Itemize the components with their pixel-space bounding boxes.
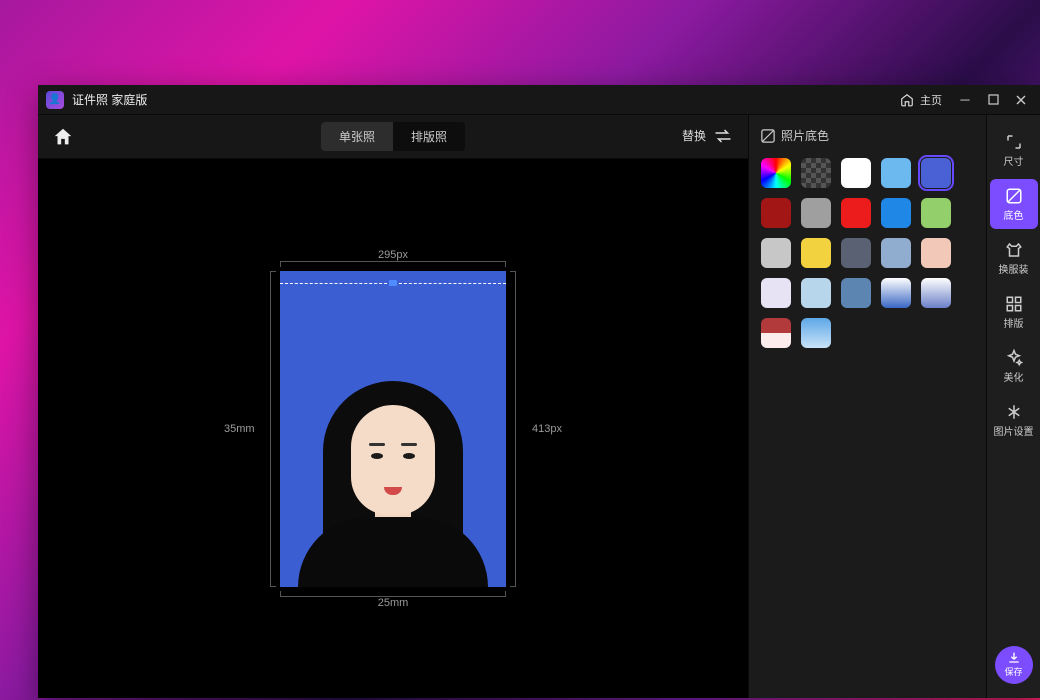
rail-item-label: 美化 <box>1004 369 1024 384</box>
dimension-bracket-right <box>515 271 516 587</box>
home-icon[interactable] <box>900 93 914 107</box>
minimize-button[interactable]: ─ <box>954 89 976 111</box>
clothes-icon <box>1005 241 1023 259</box>
color-swatch-grid <box>761 158 974 348</box>
color-swatch-3[interactable] <box>881 158 911 188</box>
rail-item-bgcolor[interactable]: 底色 <box>990 179 1038 229</box>
color-swatch-12[interactable] <box>841 238 871 268</box>
layout-icon <box>1005 295 1023 313</box>
canvas-toolbar: 单张照 排版照 替换 <box>38 115 748 159</box>
dimension-bracket-top <box>280 261 506 262</box>
height-mm-label: 35mm <box>224 423 255 435</box>
photo-image <box>280 271 506 587</box>
view-tabs: 单张照 排版照 <box>321 122 465 151</box>
color-swatch-2[interactable] <box>841 158 871 188</box>
app-window: 👤 证件照 家庭版 主页 ─ <box>38 85 1040 698</box>
save-label: 保存 <box>1004 665 1022 678</box>
rail-item-beautify[interactable]: 美化 <box>990 341 1038 391</box>
rail-item-label: 尺寸 <box>1004 153 1024 168</box>
panel-title-row: 照片底色 <box>761 127 974 144</box>
rail-item-label: 底色 <box>1004 207 1024 222</box>
color-swatch-11[interactable] <box>801 238 831 268</box>
color-swatch-19[interactable] <box>921 278 951 308</box>
color-swatch-21[interactable] <box>801 318 831 348</box>
save-button[interactable]: 保存 <box>995 646 1033 684</box>
color-swatch-17[interactable] <box>841 278 871 308</box>
rail-item-layout[interactable]: 排版 <box>990 287 1038 337</box>
color-swatch-16[interactable] <box>801 278 831 308</box>
beautify-icon <box>1005 349 1023 367</box>
tab-single-photo[interactable]: 单张照 <box>321 122 393 151</box>
replace-button[interactable]: 替换 <box>682 127 732 144</box>
rail-item-label: 排版 <box>1004 315 1024 330</box>
rail-item-size[interactable]: 尺寸 <box>990 125 1038 175</box>
color-swatch-0[interactable] <box>761 158 791 188</box>
color-swatch-13[interactable] <box>881 238 911 268</box>
color-swatch-1[interactable] <box>801 158 831 188</box>
width-px-label: 295px <box>378 249 408 261</box>
close-button[interactable] <box>1010 89 1032 111</box>
rail-item-label: 换服装 <box>999 261 1029 276</box>
color-swatch-6[interactable] <box>801 198 831 228</box>
crop-handle[interactable] <box>389 280 397 286</box>
replace-label: 替换 <box>682 127 706 144</box>
color-swatch-20[interactable] <box>761 318 791 348</box>
portrait-illustration <box>280 357 506 587</box>
bgcolor-icon <box>1005 187 1023 205</box>
color-swatch-18[interactable] <box>881 278 911 308</box>
color-swatch-14[interactable] <box>921 238 951 268</box>
app-logo-icon: 👤 <box>46 91 64 109</box>
size-icon <box>1005 133 1023 151</box>
photo-frame[interactable]: 295px 413px 35mm 25mm <box>280 271 506 587</box>
background-color-panel: 照片底色 <box>748 115 986 698</box>
maximize-button[interactable] <box>982 89 1004 111</box>
tab-layout-photo[interactable]: 排版照 <box>393 122 465 151</box>
download-icon <box>1007 652 1021 664</box>
color-swatch-15[interactable] <box>761 278 791 308</box>
color-swatch-10[interactable] <box>761 238 791 268</box>
panel-title: 照片底色 <box>781 127 829 144</box>
color-swatch-9[interactable] <box>921 198 951 228</box>
rail-item-settings[interactable]: 图片设置 <box>990 395 1038 445</box>
width-mm-label: 25mm <box>378 597 409 609</box>
no-background-icon <box>761 129 775 143</box>
settings-icon <box>1005 403 1023 421</box>
titlebar: 👤 证件照 家庭版 主页 ─ <box>38 85 1040 115</box>
dimension-bracket-left <box>270 271 271 587</box>
swap-icon <box>714 129 732 143</box>
rail-item-label: 图片设置 <box>994 423 1034 438</box>
height-px-label: 413px <box>532 423 562 435</box>
canvas-body: 295px 413px 35mm 25mm <box>38 159 748 698</box>
app-title: 证件照 家庭版 <box>72 91 147 108</box>
color-swatch-8[interactable] <box>881 198 911 228</box>
color-swatch-7[interactable] <box>841 198 871 228</box>
home-link[interactable]: 主页 <box>920 92 942 108</box>
canvas-area: 单张照 排版照 替换 295px 413px 35mm <box>38 115 748 698</box>
color-swatch-4[interactable] <box>921 158 951 188</box>
home-button[interactable] <box>52 126 74 148</box>
tool-rail: 尺寸底色换服装排版美化图片设置 保存 <box>986 115 1040 698</box>
color-swatch-5[interactable] <box>761 198 791 228</box>
rail-item-clothes[interactable]: 换服装 <box>990 233 1038 283</box>
